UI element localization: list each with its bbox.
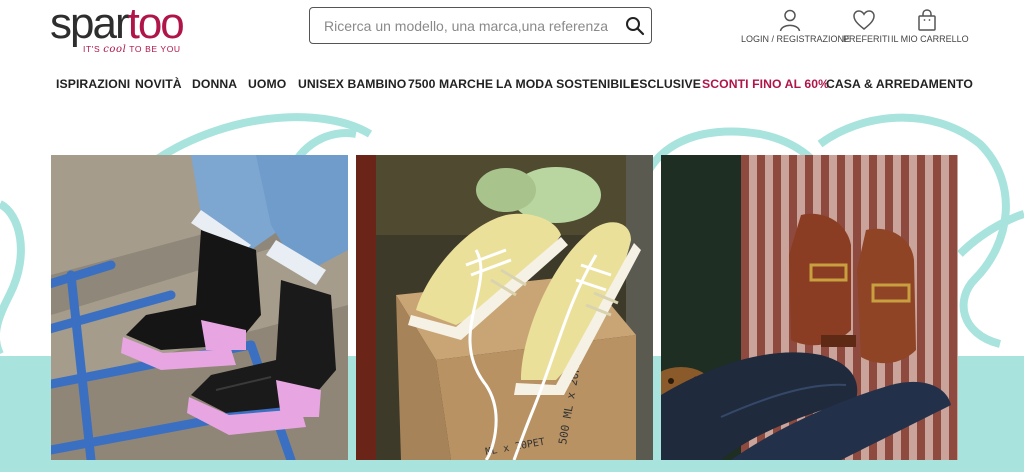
- nav-item-novita[interactable]: NOVITÀ: [135, 77, 182, 91]
- spartoo-logo[interactable]: spartoo IT'S cool TO BE YOU: [50, 2, 230, 58]
- hero-panel-loafers[interactable]: [661, 155, 958, 460]
- nav-item-uomo[interactable]: UOMO: [248, 77, 286, 91]
- cart-link[interactable]: IL MIO CARRELLO: [891, 8, 969, 44]
- loafers-photo-icon: [661, 155, 958, 460]
- logo-wordmark: spartoo: [50, 2, 230, 46]
- nav-item-unisex-bambino[interactable]: UNISEX BAMBINO: [298, 77, 406, 91]
- search-input[interactable]: [324, 17, 614, 35]
- nav-item-donna[interactable]: DONNA: [192, 77, 237, 91]
- nav-item-casa-arredamento[interactable]: CASA & ARREDAMENTO: [826, 77, 973, 91]
- logo-too: too: [127, 0, 185, 48]
- shopping-bag-icon: [891, 8, 963, 32]
- nav-item-moda-sostenibile[interactable]: LA MODA SOSTENIBILE: [496, 77, 639, 91]
- main-nav: ISPIRAZIONI NOVITÀ DONNA UOMO UNISEX BAM…: [0, 74, 1024, 96]
- hero-panel-boots[interactable]: [51, 155, 348, 460]
- nav-item-sconti[interactable]: SCONTI FINO AL 60%: [702, 77, 829, 91]
- heart-icon: [843, 8, 885, 32]
- tagline-suffix: TO BE YOU: [126, 44, 181, 54]
- search-icon[interactable]: [625, 16, 645, 36]
- favorites-link[interactable]: PREFERITI: [843, 8, 890, 44]
- nav-item-ispirazioni[interactable]: ISPIRAZIONI: [56, 77, 130, 91]
- logo-spar: spar: [50, 0, 130, 48]
- tagline-prefix: IT'S: [83, 44, 104, 54]
- cart-label: IL MIO CARRELLO: [891, 34, 969, 44]
- hero-panel-sneakers[interactable]: 500 ML x 20PET ML x 20PET: [356, 155, 653, 460]
- site-header: spartoo IT'S cool TO BE YOU LOGIN / REGI…: [0, 0, 1024, 66]
- logo-tagline: IT'S cool TO BE YOU: [83, 44, 181, 55]
- nav-item-esclusive[interactable]: ESCLUSIVE: [631, 77, 701, 91]
- login-register-link[interactable]: LOGIN / REGISTRAZIONE: [741, 8, 850, 44]
- login-label: LOGIN / REGISTRAZIONE: [741, 34, 851, 44]
- sneakers-photo-icon: 500 ML x 20PET ML x 20PET: [356, 155, 653, 460]
- tagline-cool: cool: [103, 44, 127, 55]
- hero-banner[interactable]: 500 ML x 20PET ML x 20PET: [0, 104, 1024, 472]
- nav-item-7500-marche[interactable]: 7500 MARCHE: [408, 77, 493, 91]
- favorites-label: PREFERITI: [843, 34, 891, 44]
- user-icon: [741, 8, 839, 32]
- search-bar: [309, 7, 652, 44]
- boots-photo-icon: [51, 155, 348, 460]
